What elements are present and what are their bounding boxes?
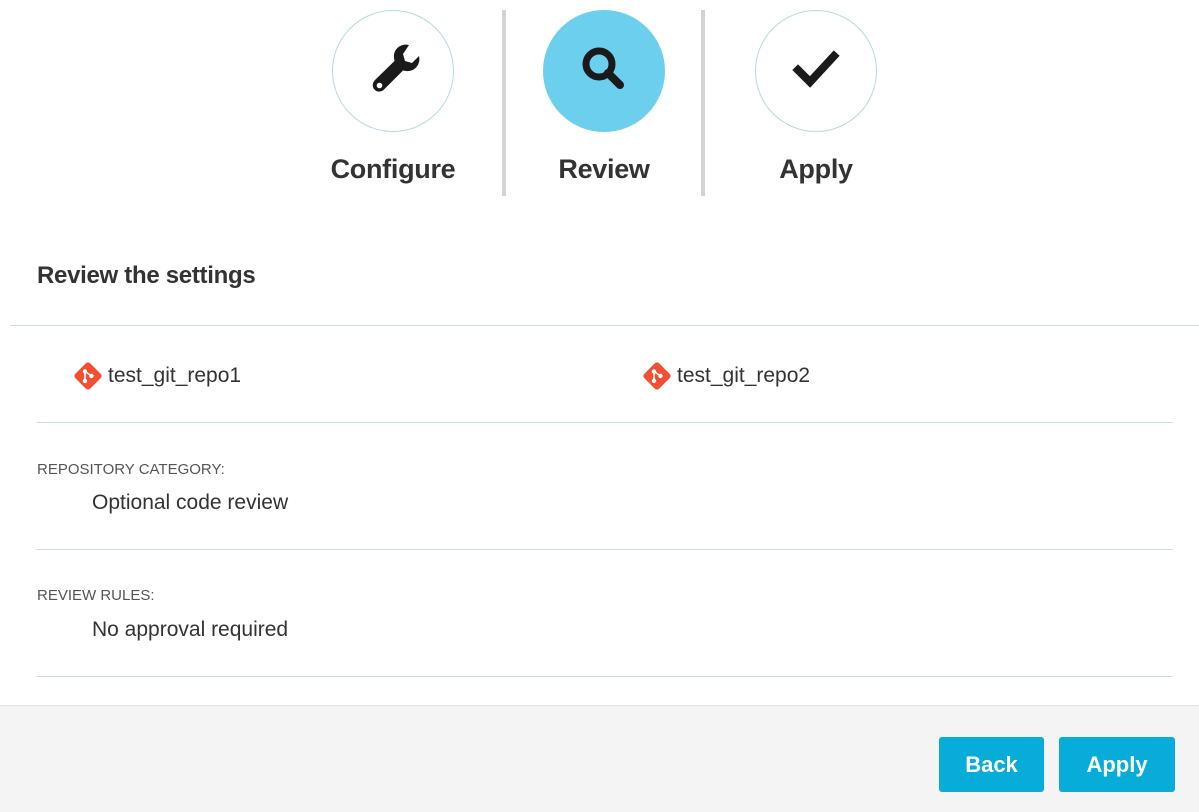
repository-item: test_git_repo1 (72, 360, 241, 392)
step-apply-label: Apply (779, 154, 853, 184)
git-icon (641, 360, 673, 392)
repository-category-label: REPOSITORY CATEGORY: (37, 461, 225, 478)
step-review-label: Review (558, 154, 650, 184)
page-title: Review the settings (37, 262, 256, 289)
step-configure-circle (332, 10, 454, 132)
repository-name: test_git_repo1 (108, 364, 242, 387)
repository-name: test_git_repo2 (677, 364, 811, 387)
wizard-stepper: Configure Review Apply (0, 0, 1199, 200)
step-review-circle (543, 10, 665, 132)
step-apply-circle (755, 10, 877, 132)
apply-button[interactable]: Apply (1059, 737, 1175, 792)
step-apply[interactable]: Apply (751, 10, 881, 190)
step-configure[interactable]: Configure (328, 10, 458, 190)
step-divider (502, 10, 506, 196)
divider (10, 325, 1199, 326)
git-icon (72, 360, 104, 392)
divider (37, 422, 1173, 423)
footer-bar: Back Apply (0, 705, 1199, 812)
review-wizard-page: Configure Review Apply Review the settin… (0, 0, 1199, 812)
repository-category-value: Optional code review (92, 491, 289, 514)
divider (37, 549, 1173, 550)
wrench-icon (363, 39, 423, 104)
step-configure-label: Configure (330, 154, 456, 184)
step-review[interactable]: Review (539, 10, 669, 190)
back-button[interactable]: Back (939, 737, 1044, 792)
checkmark-icon (786, 39, 846, 104)
repository-item: test_git_repo2 (641, 360, 810, 392)
search-icon (574, 39, 634, 104)
step-divider (701, 10, 705, 196)
divider (37, 676, 1173, 677)
review-rules-label: REVIEW RULES: (37, 587, 155, 604)
review-rules-value: No approval required (92, 618, 289, 641)
